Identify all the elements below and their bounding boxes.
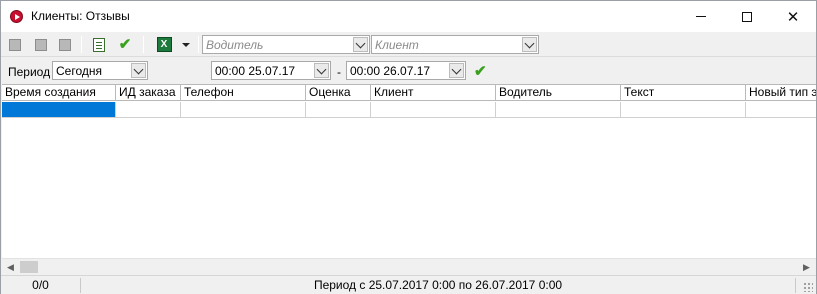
confirm-button[interactable]: ✔ (115, 35, 135, 54)
chevron-down-icon[interactable] (353, 37, 368, 52)
edit-button[interactable] (31, 35, 51, 54)
title-bar: Клиенты: Отзывы ✕ (1, 1, 816, 32)
column-header-created-time[interactable]: Время создания (2, 85, 116, 101)
table-cell[interactable] (371, 102, 496, 118)
period-select[interactable]: Сегодня (52, 61, 148, 80)
scroll-left-icon[interactable]: ◀ (2, 259, 19, 275)
toolbar-separator (81, 36, 82, 53)
chevron-down-icon[interactable] (131, 63, 146, 78)
close-icon: ✕ (786, 8, 800, 26)
status-bar: 0/0 Период с 25.07.2017 0:00 по 26.07.20… (1, 275, 816, 294)
period-select-value: Сегодня (56, 64, 102, 78)
column-header-driver[interactable]: Водитель (496, 85, 621, 101)
horizontal-scrollbar[interactable]: ◀ ▶ (2, 258, 816, 275)
driver-filter-placeholder: Водитель (206, 38, 264, 52)
scroll-right-icon[interactable]: ▶ (798, 259, 815, 275)
reviews-table: Время создания ИД заказа Телефон Оценка … (2, 84, 816, 258)
period-label: Период (8, 65, 51, 79)
apply-filter-check-icon[interactable]: ✔ (474, 62, 487, 80)
table-cell[interactable] (181, 102, 306, 118)
chevron-down-icon[interactable] (314, 63, 329, 78)
table-cell-selected[interactable] (2, 102, 116, 118)
column-header-phone[interactable]: Телефон (181, 85, 306, 101)
delete-icon (59, 38, 71, 51)
delete-button[interactable] (55, 35, 75, 54)
driver-filter-combo[interactable]: Водитель (202, 35, 370, 54)
dropdown-icon (182, 42, 190, 47)
toolbar: ✔ X Водитель Клиент (1, 32, 816, 57)
column-header-text[interactable]: Текст (621, 85, 746, 101)
table-cell[interactable] (621, 102, 746, 118)
period-status-text: Период с 25.07.2017 0:00 по 26.07.2017 0… (81, 278, 796, 293)
add-icon (9, 38, 21, 51)
date-to-picker[interactable]: 00:00 26.07.17 (346, 61, 466, 80)
date-to-value: 00:00 26.07.17 (350, 64, 431, 78)
excel-icon: X (156, 37, 172, 52)
record-counter: 0/0 (1, 278, 81, 293)
client-filter-placeholder: Клиент (375, 38, 419, 52)
window-title: Клиенты: Отзывы (31, 9, 130, 23)
maximize-icon (742, 11, 752, 22)
app-icon (10, 10, 23, 23)
check-icon: ✔ (118, 36, 132, 53)
period-filter-bar: Период Сегодня 00:00 25.07.17 - 00:00 26… (1, 58, 816, 84)
chevron-down-icon[interactable] (449, 63, 464, 78)
minimize-icon (696, 16, 706, 17)
date-from-picker[interactable]: 00:00 25.07.17 (211, 61, 331, 80)
toolbar-separator (143, 36, 144, 53)
export-excel-button[interactable]: X (154, 35, 174, 54)
edit-icon (35, 38, 47, 51)
column-header-rating[interactable]: Оценка (306, 85, 371, 101)
column-header-new-type[interactable]: Новый тип эк (746, 85, 816, 101)
column-header-client[interactable]: Клиент (371, 85, 496, 101)
client-filter-combo[interactable]: Клиент (371, 35, 539, 54)
maximize-button[interactable] (724, 1, 770, 32)
reviews-window: Клиенты: Отзывы ✕ ✔ X Водитель Клиент Пе… (0, 0, 817, 294)
export-menu-button[interactable] (179, 35, 193, 54)
minimize-button[interactable] (678, 1, 724, 32)
table-cell[interactable] (116, 102, 181, 118)
chevron-down-icon[interactable] (522, 37, 537, 52)
table-cell[interactable] (496, 102, 621, 118)
resize-grip-icon[interactable] (803, 282, 813, 292)
table-cell[interactable] (746, 102, 816, 118)
add-button[interactable] (5, 35, 25, 54)
scrollbar-thumb[interactable] (20, 261, 38, 273)
toolbar-separator (198, 36, 199, 53)
column-header-order-id[interactable]: ИД заказа (116, 85, 181, 101)
clipboard-icon (93, 37, 105, 52)
clipboard-button[interactable] (89, 35, 109, 54)
date-range-separator: - (337, 65, 341, 79)
date-from-value: 00:00 25.07.17 (215, 64, 296, 78)
close-button[interactable]: ✕ (770, 1, 816, 32)
table-cell[interactable] (306, 102, 371, 118)
